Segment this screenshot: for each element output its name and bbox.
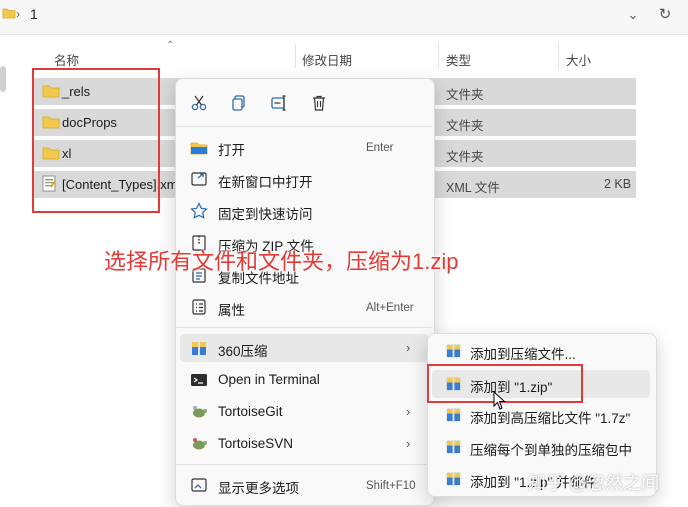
open-folder-icon — [190, 142, 208, 155]
watermark: 知乎 @忽然之间 — [528, 473, 660, 493]
menu-item-open-new-window[interactable]: 在新窗口中打开 — [218, 171, 313, 191]
menu-separator — [176, 327, 432, 328]
menu-shortcut: Enter — [366, 142, 394, 154]
breadcrumb-current[interactable]: 1 — [30, 6, 38, 22]
cut-icon[interactable] — [190, 94, 208, 112]
terminal-icon — [191, 374, 207, 386]
submenu-item-add-to-archive[interactable]: 添加到压缩文件... — [470, 343, 576, 363]
menu-shortcut: Shift+F10 — [366, 480, 416, 492]
menu-shortcut: Alt+Enter — [366, 302, 414, 314]
menu-separator — [176, 126, 432, 127]
chevron-right-icon: › — [406, 404, 411, 419]
delete-icon[interactable] — [310, 94, 328, 112]
copy-icon[interactable] — [230, 94, 248, 112]
column-divider[interactable] — [295, 44, 296, 68]
tortoisegit-icon — [193, 406, 207, 418]
menu-item-tortoisesvn[interactable]: TortoiseSVN — [218, 436, 293, 451]
new-window-icon — [191, 172, 207, 186]
submenu-item-compress-each[interactable]: 压缩每个到单独的压缩包中 — [470, 439, 632, 459]
chevron-right-icon: › — [406, 436, 411, 451]
menu-item-pin-quick-access[interactable]: 固定到快速访问 — [218, 203, 313, 223]
more-options-icon — [191, 478, 207, 492]
menu-item-tortoisegit[interactable]: TortoiseGit — [218, 404, 283, 419]
archive-360-icon — [192, 342, 206, 355]
folder-icon — [2, 8, 16, 19]
properties-icon — [192, 299, 206, 315]
mouse-cursor-icon — [493, 391, 506, 410]
menu-item-show-more-options[interactable]: 显示更多选项 — [218, 477, 299, 497]
address-bar — [0, 0, 688, 35]
menu-item-360-compress[interactable]: 360压缩 — [218, 340, 268, 360]
rename-icon[interactable] — [270, 94, 288, 112]
column-header-type[interactable]: 类型 — [446, 50, 471, 69]
chevron-down-icon[interactable]: ⌄ — [622, 4, 644, 26]
file-type: 文件夹 — [446, 150, 484, 164]
selection-highlight-box — [32, 68, 160, 213]
chevron-right-icon: › — [406, 340, 411, 355]
tortoisesvn-icon — [193, 438, 207, 450]
archive-360-icon — [446, 472, 461, 486]
scrollbar-thumb[interactable] — [0, 66, 6, 92]
sort-ascending-icon: ⌃ — [166, 40, 175, 51]
archive-360-icon — [446, 344, 461, 358]
menu-item-open[interactable]: 打开 — [218, 139, 245, 159]
refresh-icon[interactable]: ↻ — [654, 4, 676, 26]
column-divider[interactable] — [558, 44, 559, 68]
file-type: 文件夹 — [446, 119, 484, 133]
menu-item-properties[interactable]: 属性 — [218, 299, 245, 319]
context-menu — [175, 78, 435, 506]
column-divider[interactable] — [438, 44, 439, 68]
archive-360-icon — [446, 408, 461, 422]
menu-item-open-terminal[interactable]: Open in Terminal — [218, 372, 320, 387]
archive-360-icon — [446, 440, 461, 454]
file-type: 文件夹 — [446, 88, 484, 102]
breadcrumb-separator: › — [16, 7, 20, 21]
menu-separator — [176, 464, 432, 465]
annotation-text: 选择所有文件和文件夹，压缩为1.zip — [104, 249, 459, 274]
file-type: XML 文件 — [446, 181, 500, 195]
column-header-name[interactable]: 名称 — [54, 50, 79, 69]
column-header-date[interactable]: 修改日期 — [302, 50, 352, 69]
file-size: 2 KB — [604, 177, 632, 191]
column-header-size[interactable]: 大小 — [566, 50, 591, 69]
star-icon — [190, 202, 208, 219]
